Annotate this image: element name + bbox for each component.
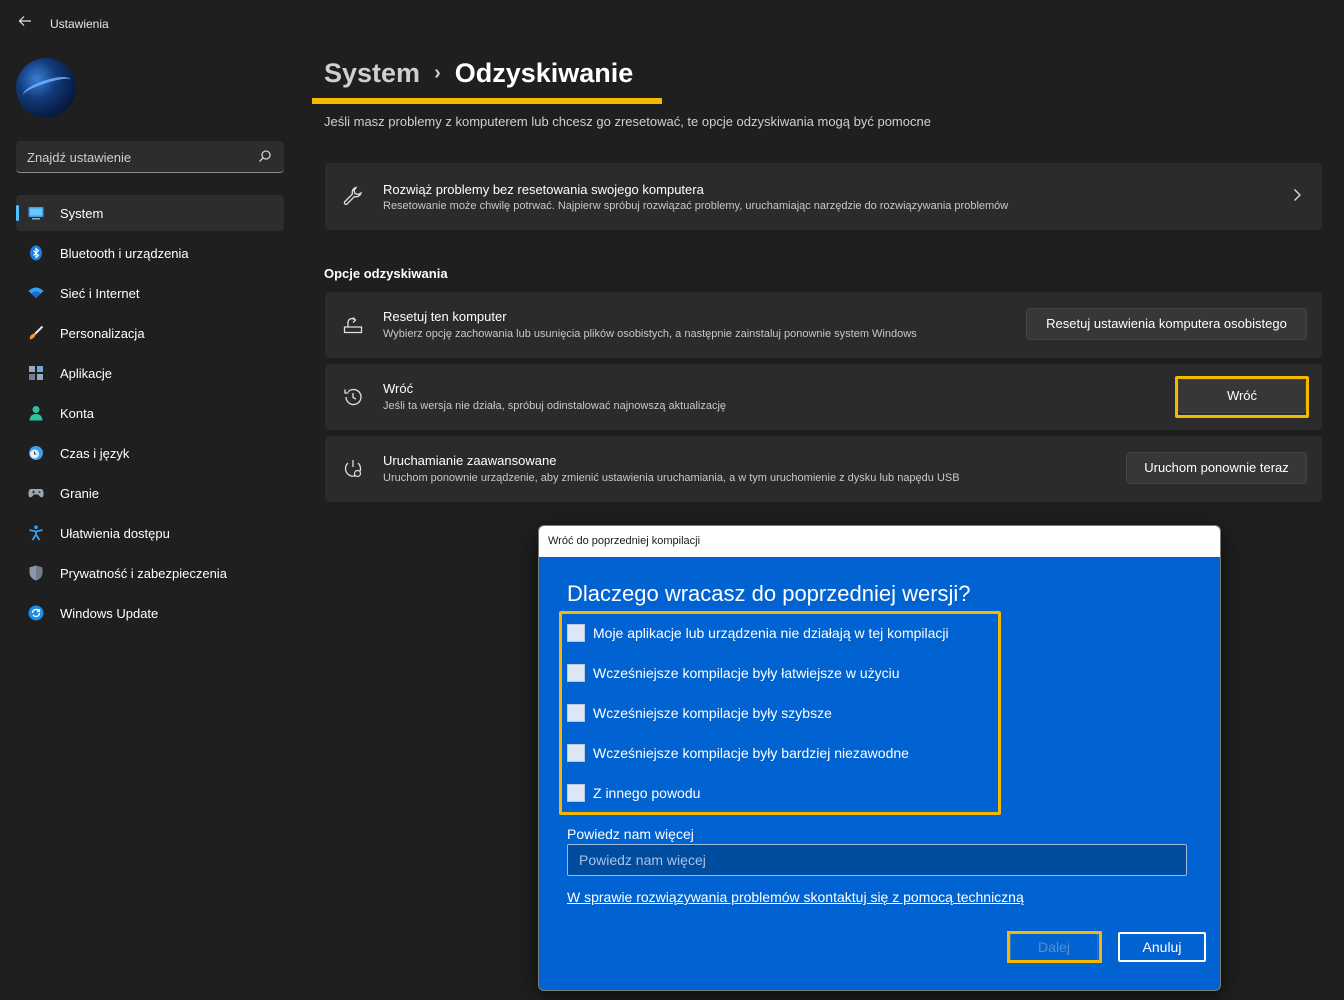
recovery-options-heading: Opcje odzyskiwania	[324, 266, 448, 281]
back-arrow-icon[interactable]	[14, 13, 36, 35]
reset-pc-card: Resetuj ten komputer Wybierz opcję zacho…	[325, 292, 1322, 358]
reason-label: Wcześniejsze kompilacje były szybsze	[593, 705, 832, 721]
go-back-desc: Jeśli ta wersja nie działa, spróbuj odin…	[383, 400, 727, 412]
sidebar-item-label: Ułatwienia dostępu	[60, 526, 170, 541]
reason-label: Z innego powodu	[593, 785, 701, 801]
page-subtitle: Jeśli masz problemy z komputerem lub chc…	[324, 114, 931, 129]
sidebar-item-bluetooth[interactable]: Bluetooth i urządzenia	[16, 235, 284, 271]
sidebar-item-windows-update[interactable]: Windows Update	[16, 595, 284, 631]
sidebar-item-label: Prywatność i zabezpieczenia	[60, 566, 227, 581]
dialog-title: Wróć do poprzedniej kompilacji	[548, 535, 701, 547]
search-placeholder: Znajdź ustawienie	[27, 150, 132, 165]
sidebar-item-label: Czas i język	[60, 446, 130, 461]
accessibility-icon	[28, 525, 44, 541]
sidebar-item-label: Granie	[60, 486, 100, 501]
advanced-startup-icon	[342, 458, 364, 480]
feedback-input[interactable]	[568, 845, 1186, 875]
sidebar-item-time-language[interactable]: Czas i język	[16, 435, 284, 471]
gamepad-icon	[28, 485, 44, 501]
sidebar-item-label: Windows Update	[60, 606, 159, 621]
sidebar-item-accounts[interactable]: Konta	[16, 395, 284, 431]
reason-checkbox[interactable]	[567, 784, 585, 802]
reset-pc-icon	[342, 314, 364, 336]
chevron-right-icon	[1290, 188, 1304, 202]
go-back-dialog: Wróć do poprzedniej kompilacji Dlaczego …	[538, 525, 1221, 991]
sidebar-item-label: System	[60, 206, 104, 221]
advanced-startup-title: Uruchamianie zaawansowane	[383, 453, 557, 468]
sidebar-nav: System Bluetooth i urządzenia Sieć i Int…	[16, 195, 284, 635]
feedback-label: Powiedz nam więcej	[567, 826, 694, 842]
support-link[interactable]: W sprawie rozwiązywania problemów skonta…	[567, 889, 1024, 905]
bluetooth-icon	[28, 245, 44, 261]
chevron-right-icon: ›	[434, 62, 441, 84]
title-highlight	[312, 98, 662, 104]
monitor-icon	[28, 205, 44, 221]
sidebar-item-label: Sieć i Internet	[60, 286, 140, 301]
troubleshoot-card[interactable]: Rozwiąż problemy bez resetowania swojego…	[325, 163, 1322, 230]
breadcrumb-parent[interactable]: System	[324, 58, 420, 88]
cancel-button[interactable]: Anuluj	[1118, 932, 1206, 962]
sidebar-item-privacy[interactable]: Prywatność i zabezpieczenia	[16, 555, 284, 591]
history-icon	[342, 386, 364, 408]
sidebar-item-label: Konta	[60, 406, 94, 421]
sidebar-item-network[interactable]: Sieć i Internet	[16, 275, 284, 311]
search-input[interactable]: Znajdź ustawienie	[16, 141, 284, 173]
feedback-field[interactable]	[567, 844, 1187, 876]
go-back-card: Wróć Jeśli ta wersja nie działa, spróbuj…	[325, 364, 1322, 430]
breadcrumb: System › Odzyskiwanie	[324, 58, 633, 89]
sidebar-item-gaming[interactable]: Granie	[16, 475, 284, 511]
clock-globe-icon	[28, 445, 44, 461]
go-back-title: Wróć	[383, 381, 414, 396]
restart-now-button[interactable]: Uruchom ponownie teraz	[1126, 452, 1307, 484]
brush-icon	[28, 325, 44, 341]
troubleshoot-title: Rozwiąż problemy bez resetowania swojego…	[383, 182, 704, 197]
reason-label: Moje aplikacje lub urządzenia nie działa…	[593, 625, 949, 641]
wifi-icon	[28, 285, 44, 301]
reset-pc-desc: Wybierz opcję zachowania lub usunięcia p…	[383, 328, 917, 340]
page-title: Odzyskiwanie	[454, 58, 634, 88]
update-icon	[28, 605, 44, 621]
sidebar-item-label: Bluetooth i urządzenia	[60, 246, 189, 261]
avatar[interactable]	[16, 58, 76, 118]
reset-pc-button[interactable]: Resetuj ustawienia komputera osobistego	[1026, 308, 1307, 340]
advanced-startup-desc: Uruchom ponownie urządzenie, aby zmienić…	[383, 472, 960, 484]
reason-checkbox[interactable]	[567, 704, 585, 722]
wrench-icon	[342, 185, 364, 207]
go-back-button-highlight	[1175, 376, 1309, 418]
sidebar-item-accessibility[interactable]: Ułatwienia dostępu	[16, 515, 284, 551]
advanced-startup-card: Uruchamianie zaawansowane Uruchom ponown…	[325, 436, 1322, 502]
reset-pc-title: Resetuj ten komputer	[383, 309, 507, 324]
reason-label: Wcześniejsze kompilacje były bardziej ni…	[593, 745, 909, 761]
troubleshoot-desc: Resetowanie może chwilę potrwać. Najpier…	[383, 200, 1009, 212]
reason-checkbox[interactable]	[567, 664, 585, 682]
sidebar-item-apps[interactable]: Aplikacje	[16, 355, 284, 391]
sidebar-item-label: Aplikacje	[60, 366, 113, 381]
reason-checkbox[interactable]	[567, 744, 585, 762]
sidebar-item-personalization[interactable]: Personalizacja	[16, 315, 284, 351]
search-icon[interactable]	[258, 149, 272, 163]
title-bar: Ustawienia	[0, 0, 1344, 48]
app-title: Ustawienia	[50, 17, 109, 31]
next-button-highlight	[1007, 931, 1102, 963]
dialog-title-bar: Wróć do poprzedniej kompilacji	[539, 526, 1220, 557]
active-indicator	[16, 205, 19, 221]
sidebar-item-label: Personalizacja	[60, 326, 145, 341]
shield-icon	[28, 565, 44, 581]
reason-label: Wcześniejsze kompilacje były łatwiejsze …	[593, 665, 900, 681]
sidebar-item-system[interactable]: System	[16, 195, 284, 231]
dialog-heading: Dlaczego wracasz do poprzedniej wersji?	[567, 581, 971, 606]
person-icon	[28, 405, 44, 421]
apps-icon	[28, 365, 44, 381]
reason-checkbox[interactable]	[567, 624, 585, 642]
